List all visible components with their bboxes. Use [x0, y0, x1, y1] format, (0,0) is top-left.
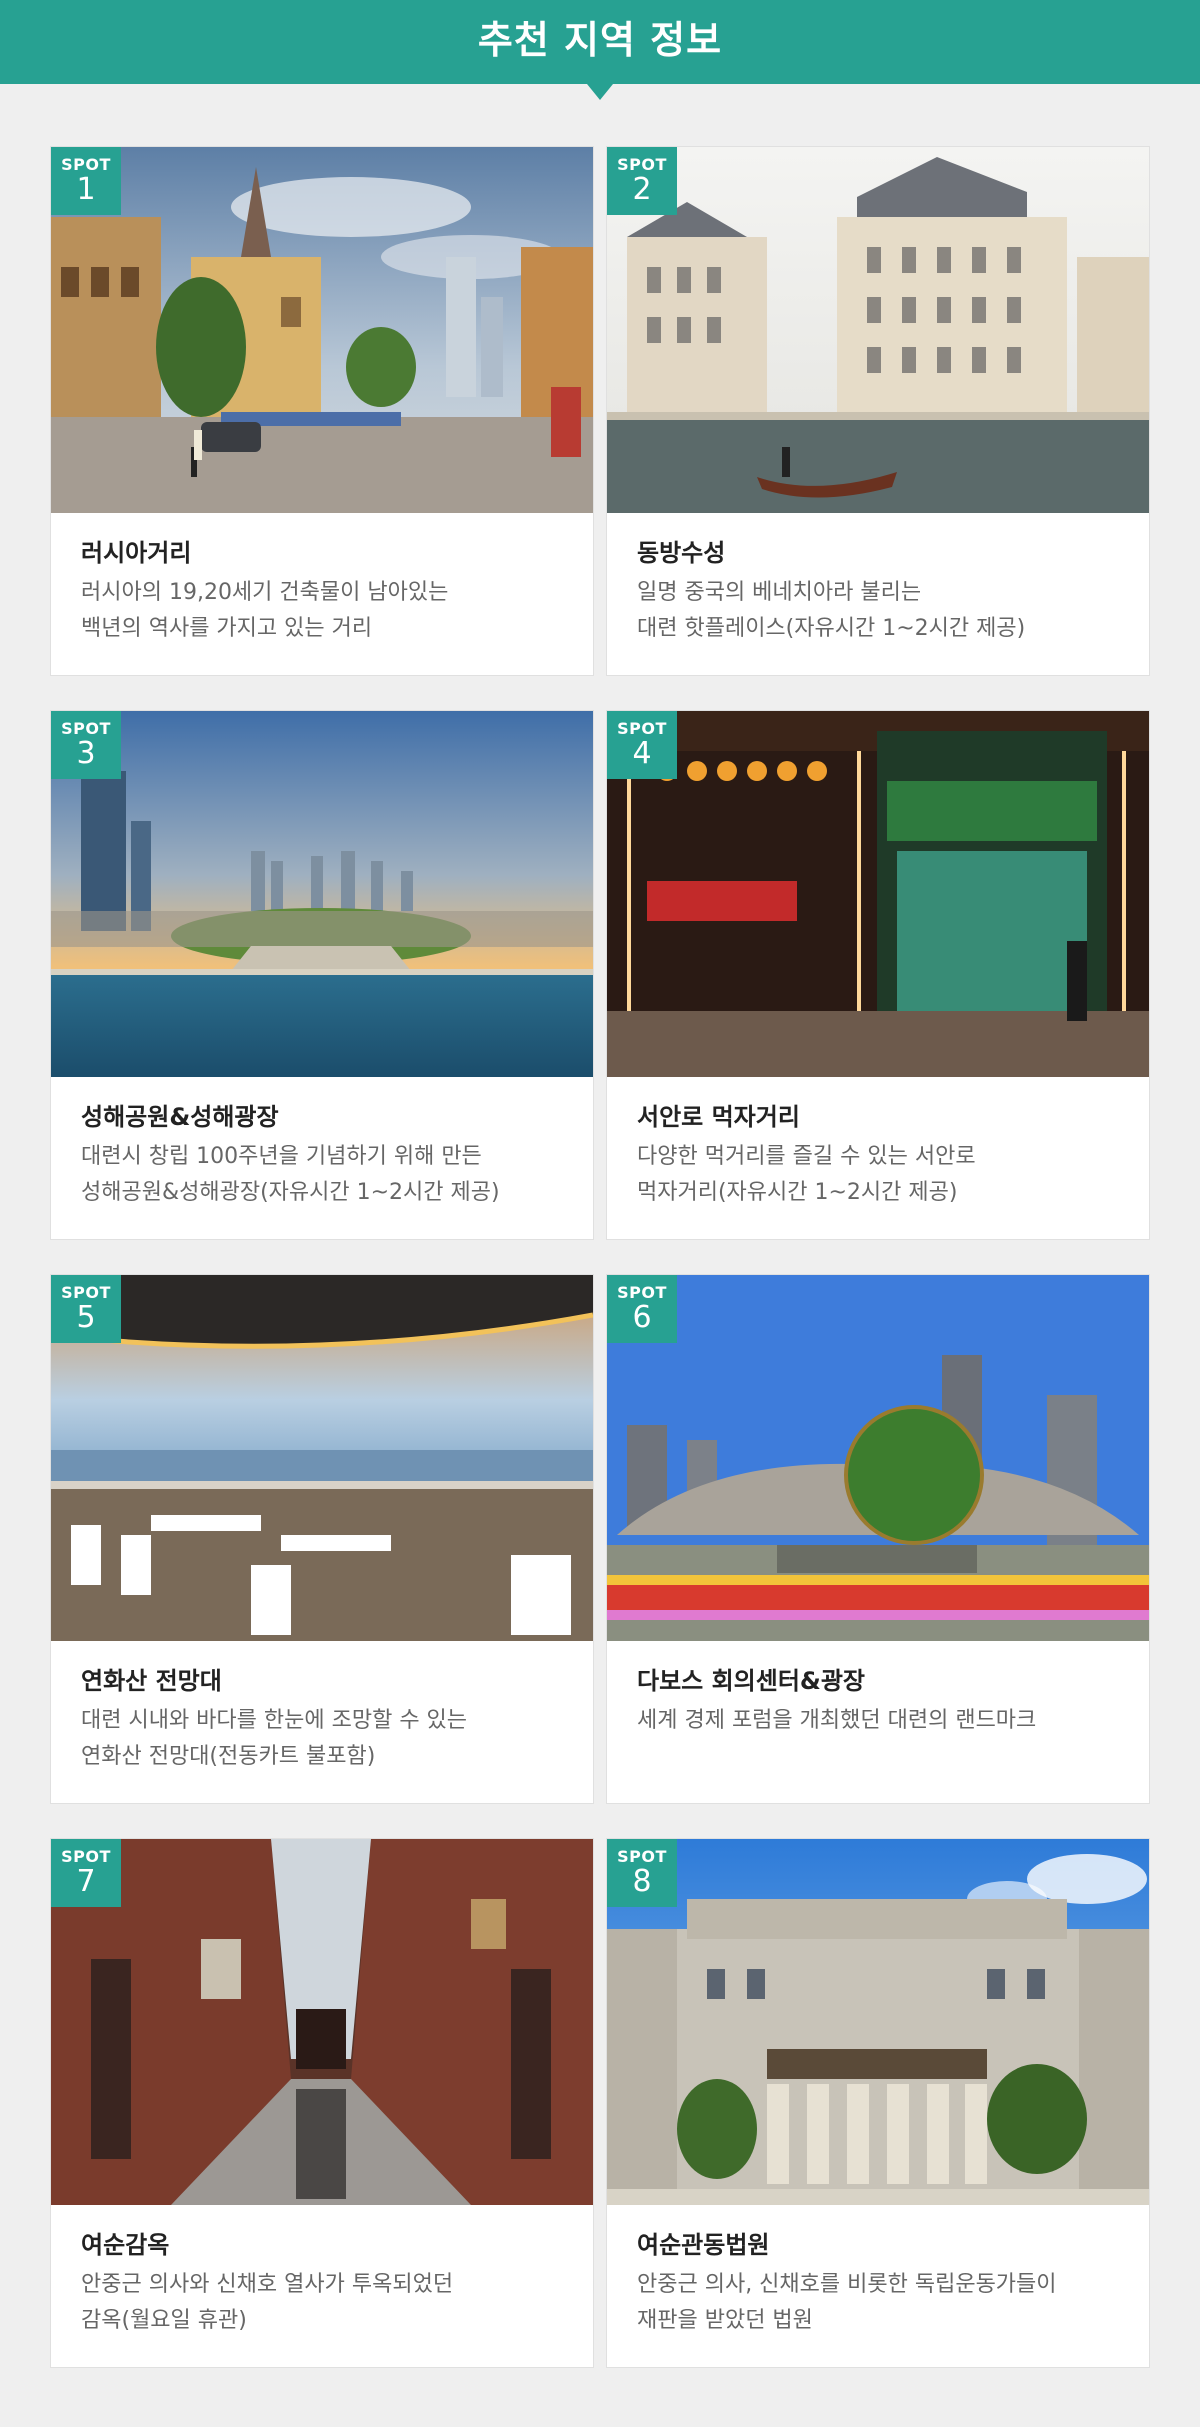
spot-badge-label: SPOT	[617, 155, 667, 174]
spot-card-7[interactable]: SPOT 7 여순감옥 안중근 의사와 신채호 열사가 투옥되었던 감옥(월요일…	[50, 1838, 594, 2368]
spot-description: 안중근 의사, 신채호를 비롯한 독립운동가들이 재판을 받았던 법원	[637, 2272, 1057, 2333]
spot-badge-1: SPOT 1	[51, 147, 121, 215]
spot-description: 대련 시내와 바다를 한눈에 조망할 수 있는 연화산 전망대(전동카트 불포함…	[81, 1708, 468, 1769]
spot-card-body: 다보스 회의센터&광장 세계 경제 포럼을 개최했던 대련의 랜드마크	[637, 1641, 1129, 1803]
spot-badge-6: SPOT 6	[607, 1275, 677, 1343]
spot-badge-number: 5	[76, 1300, 96, 1335]
spot-card-body: 러시아거리 러시아의 19,20세기 건축물이 남아있는 백년의 역사를 가지고…	[81, 513, 573, 675]
spot-card-8[interactable]: SPOT 8 여순관동법원 안중근 의사, 신채호를 비롯한 독립운동가들이 재…	[606, 1838, 1150, 2368]
spot-card-body: 연화산 전망대 대련 시내와 바다를 한눈에 조망할 수 있는 연화산 전망대(…	[81, 1641, 573, 1803]
spot-description: 세계 경제 포럼을 개최했던 대련의 랜드마크	[637, 1708, 1037, 1733]
spot-image-2	[607, 147, 1149, 513]
spot-image-1	[51, 147, 593, 513]
spot-badge-7: SPOT 7	[51, 1839, 121, 1907]
spot-image-4	[607, 711, 1149, 1077]
header-bar: 추천 지역 정보	[0, 0, 1200, 84]
spot-badge-label: SPOT	[617, 719, 667, 738]
spot-badge-4: SPOT 4	[607, 711, 677, 779]
spot-card-body: 여순관동법원 안중근 의사, 신채호를 비롯한 독립운동가들이 재판을 받았던 …	[637, 2205, 1129, 2367]
spot-badge-number: 2	[632, 172, 652, 207]
spot-badge-label: SPOT	[61, 719, 111, 738]
spot-image-5	[51, 1275, 593, 1641]
spot-badge-number: 6	[632, 1300, 652, 1335]
spot-title: 러시아거리	[81, 539, 192, 567]
spot-description: 러시아의 19,20세기 건축물이 남아있는 백년의 역사를 가지고 있는 거리	[81, 580, 449, 641]
spot-card-body: 서안로 먹자거리 다양한 먹거리를 즐길 수 있는 서안로 먹자거리(자유시간 …	[637, 1077, 1129, 1239]
spot-badge-number: 1	[76, 172, 96, 207]
spot-title: 성해공원&성해광장	[81, 1103, 279, 1131]
spot-badge-label: SPOT	[61, 1847, 111, 1866]
spot-card-3[interactable]: SPOT 3 성해공원&성해광장 대련시 창립 100주년을 기념하기 위해 만…	[50, 710, 594, 1240]
spot-badge-3: SPOT 3	[51, 711, 121, 779]
spot-badge-2: SPOT 2	[607, 147, 677, 215]
spot-card-1[interactable]: SPOT 1 러시아거리 러시아의 19,20세기 건축물이 남아있는 백년의 …	[50, 146, 594, 676]
spot-badge-label: SPOT	[61, 1283, 111, 1302]
spot-title: 동방수성	[637, 539, 726, 567]
spot-badge-label: SPOT	[61, 155, 111, 174]
spot-badge-label: SPOT	[617, 1283, 667, 1302]
spot-badge-8: SPOT 8	[607, 1839, 677, 1907]
spot-description: 일명 중국의 베네치아라 불리는 대련 핫플레이스(자유시간 1~2시간 제공)	[637, 580, 1026, 641]
spot-description: 대련시 창립 100주년을 기념하기 위해 만든 성해공원&성해광장(자유시간 …	[81, 1144, 500, 1205]
spot-card-4[interactable]: SPOT 4 서안로 먹자거리 다양한 먹거리를 즐길 수 있는 서안로 먹자거…	[606, 710, 1150, 1240]
spot-title: 다보스 회의센터&광장	[637, 1667, 866, 1695]
spot-title: 서안로 먹자거리	[637, 1103, 800, 1131]
spot-image-3	[51, 711, 593, 1077]
spot-badge-label: SPOT	[617, 1847, 667, 1866]
spot-badge-number: 4	[632, 736, 652, 771]
page-title: 추천 지역 정보	[477, 18, 723, 62]
spot-card-2[interactable]: SPOT 2 동방수성 일명 중국의 베네치아라 불리는 대련 핫플레이스(자유…	[606, 146, 1150, 676]
spot-description: 다양한 먹거리를 즐길 수 있는 서안로 먹자거리(자유시간 1~2시간 제공)	[637, 1144, 976, 1205]
spot-title: 연화산 전망대	[81, 1667, 222, 1695]
spot-badge-number: 7	[76, 1864, 96, 1899]
spot-badge-5: SPOT 5	[51, 1275, 121, 1343]
header-pointer-arrow	[587, 84, 613, 100]
spot-image-8	[607, 1839, 1149, 2205]
spot-card-body: 성해공원&성해광장 대련시 창립 100주년을 기념하기 위해 만든 성해공원&…	[81, 1077, 573, 1239]
spot-card-5[interactable]: SPOT 5 연화산 전망대 대련 시내와 바다를 한눈에 조망할 수 있는 연…	[50, 1274, 594, 1804]
spot-badge-number: 8	[632, 1864, 652, 1899]
spot-card-6[interactable]: SPOT 6 다보스 회의센터&광장 세계 경제 포럼을 개최했던 대련의 랜드…	[606, 1274, 1150, 1804]
spot-image-7	[51, 1839, 593, 2205]
spot-description: 안중근 의사와 신채호 열사가 투옥되었던 감옥(월요일 휴관)	[81, 2272, 454, 2333]
spot-card-body: 동방수성 일명 중국의 베네치아라 불리는 대련 핫플레이스(자유시간 1~2시…	[637, 513, 1129, 675]
spot-title: 여순관동법원	[637, 2231, 770, 2259]
spot-image-6	[607, 1275, 1149, 1641]
spot-badge-number: 3	[76, 736, 96, 771]
spot-card-body: 여순감옥 안중근 의사와 신채호 열사가 투옥되었던 감옥(월요일 휴관)	[81, 2205, 573, 2367]
spot-title: 여순감옥	[81, 2231, 170, 2259]
